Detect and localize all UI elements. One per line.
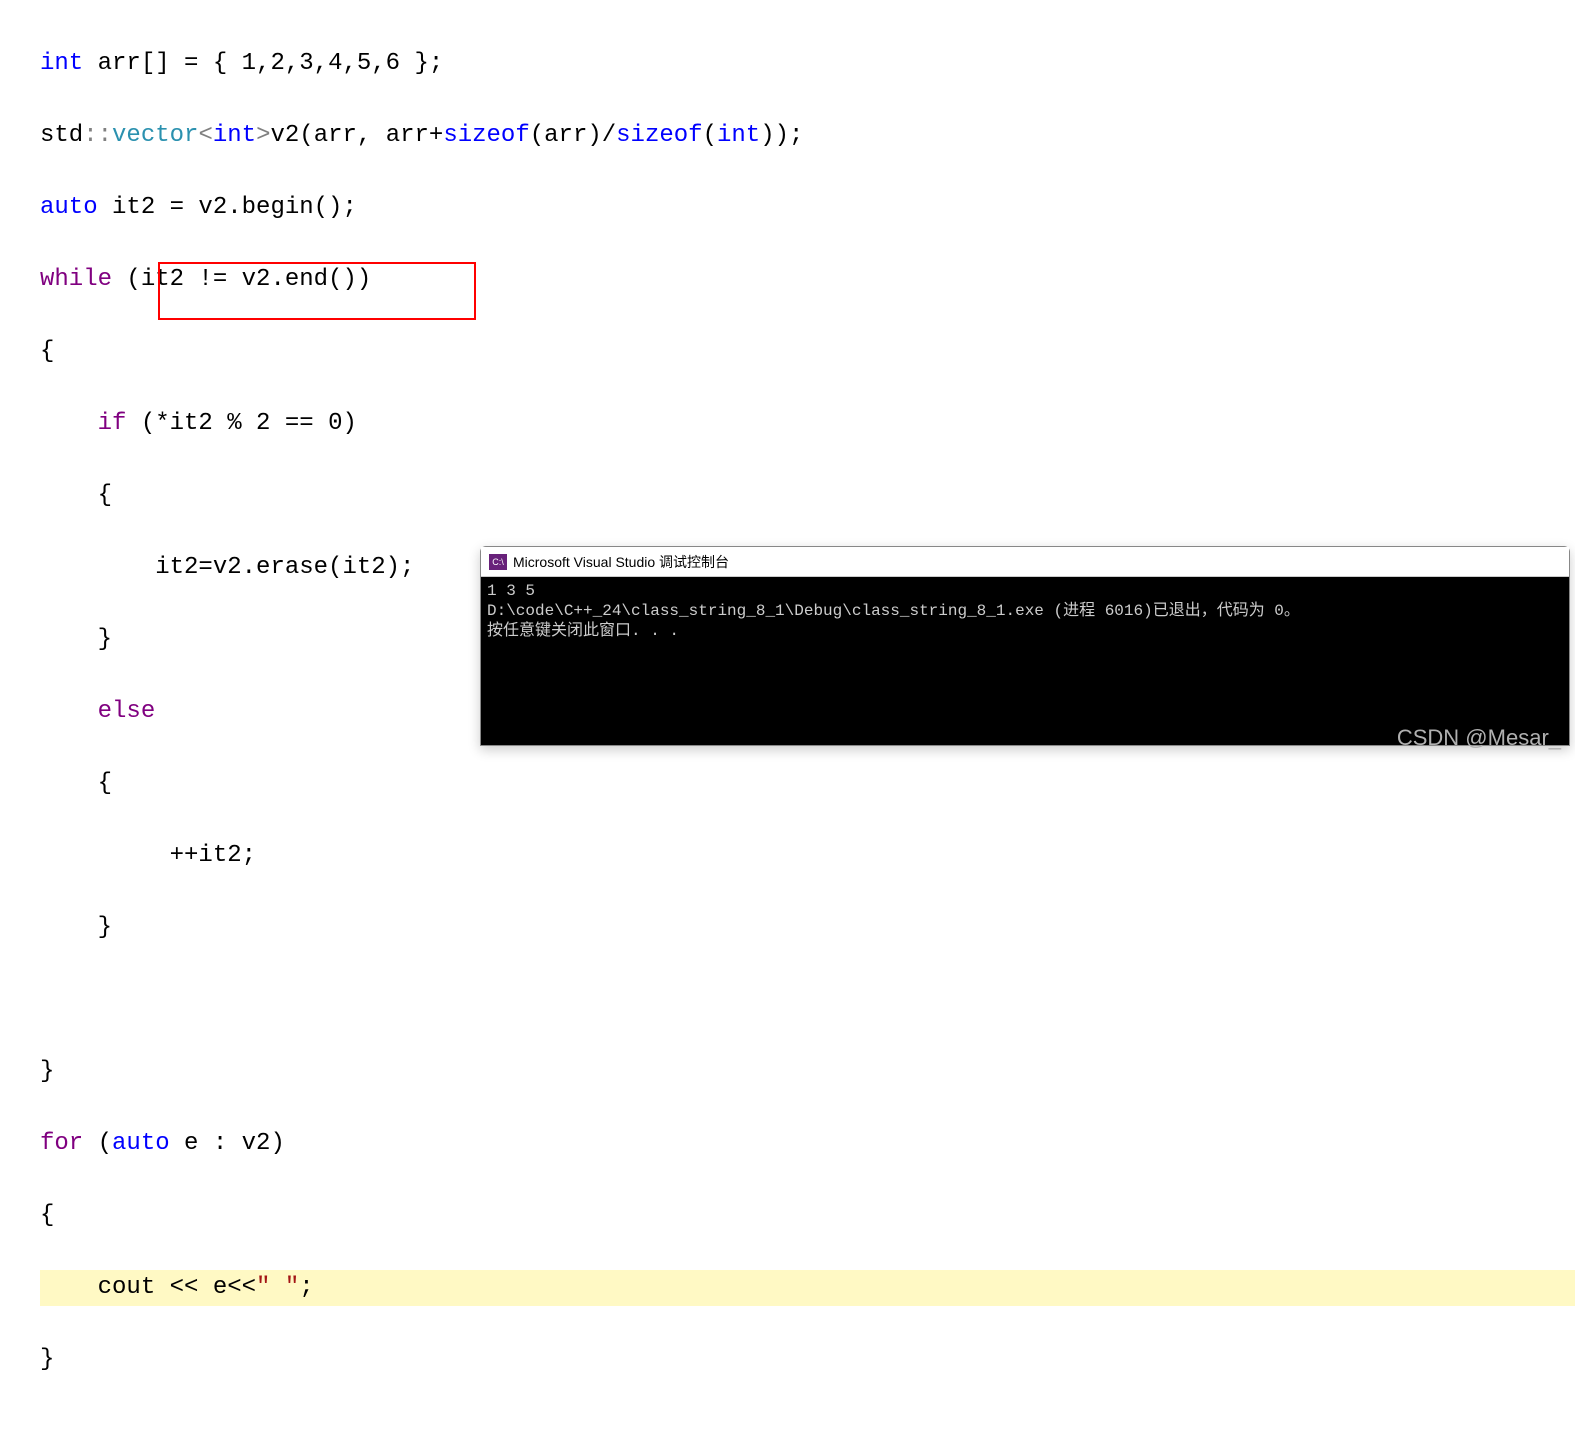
- console-output[interactable]: 1 3 5 D:\code\C++_24\class_string_8_1\De…: [481, 577, 1569, 745]
- code-line: }: [40, 1342, 1575, 1378]
- console-line: 按任意键关闭此窗口. . .: [487, 622, 679, 640]
- code-line: if (*it2 % 2 == 0): [40, 406, 1575, 442]
- code-line: auto it2 = v2.begin();: [40, 190, 1575, 226]
- keyword-sizeof: sizeof: [443, 122, 529, 149]
- code-line: [40, 982, 1575, 1018]
- code-line: {: [40, 1198, 1575, 1234]
- console-titlebar[interactable]: C:\ Microsoft Visual Studio 调试控制台: [481, 547, 1569, 577]
- code-line-current: cout << e<<" ";: [40, 1270, 1575, 1306]
- console-line: D:\code\C++_24\class_string_8_1\Debug\cl…: [487, 602, 1300, 620]
- code-line: ++it2;: [40, 838, 1575, 874]
- debug-console-window[interactable]: C:\ Microsoft Visual Studio 调试控制台 1 3 5 …: [480, 546, 1570, 746]
- string-literal: " ": [256, 1274, 299, 1301]
- keyword-int: int: [40, 50, 83, 77]
- code-line: {: [40, 478, 1575, 514]
- code-line: {: [40, 334, 1575, 370]
- code-line: int arr[] = { 1,2,3,4,5,6 };: [40, 46, 1575, 82]
- code-line: for (auto e : v2): [40, 1126, 1575, 1162]
- code-line: {: [40, 766, 1575, 802]
- keyword-for: for: [40, 1130, 83, 1157]
- code-line: }: [40, 910, 1575, 946]
- keyword-if: if: [98, 410, 127, 437]
- type-vector: vector: [112, 122, 198, 149]
- code-line: while (it2 != v2.end()): [40, 262, 1575, 298]
- erase-statement: it2=v2.erase(it2);: [155, 554, 414, 581]
- console-app-icon: C:\: [489, 554, 507, 570]
- code-line: std::vector<int>v2(arr, arr+sizeof(arr)/…: [40, 118, 1575, 154]
- keyword-else: else: [98, 698, 156, 725]
- keyword-while: while: [40, 266, 112, 293]
- watermark-text: CSDN @Mesar_: [1397, 725, 1561, 751]
- code-line: }: [40, 1054, 1575, 1090]
- console-line: 1 3 5: [487, 582, 535, 600]
- keyword-auto: auto: [40, 194, 98, 221]
- console-title: Microsoft Visual Studio 调试控制台: [513, 552, 729, 572]
